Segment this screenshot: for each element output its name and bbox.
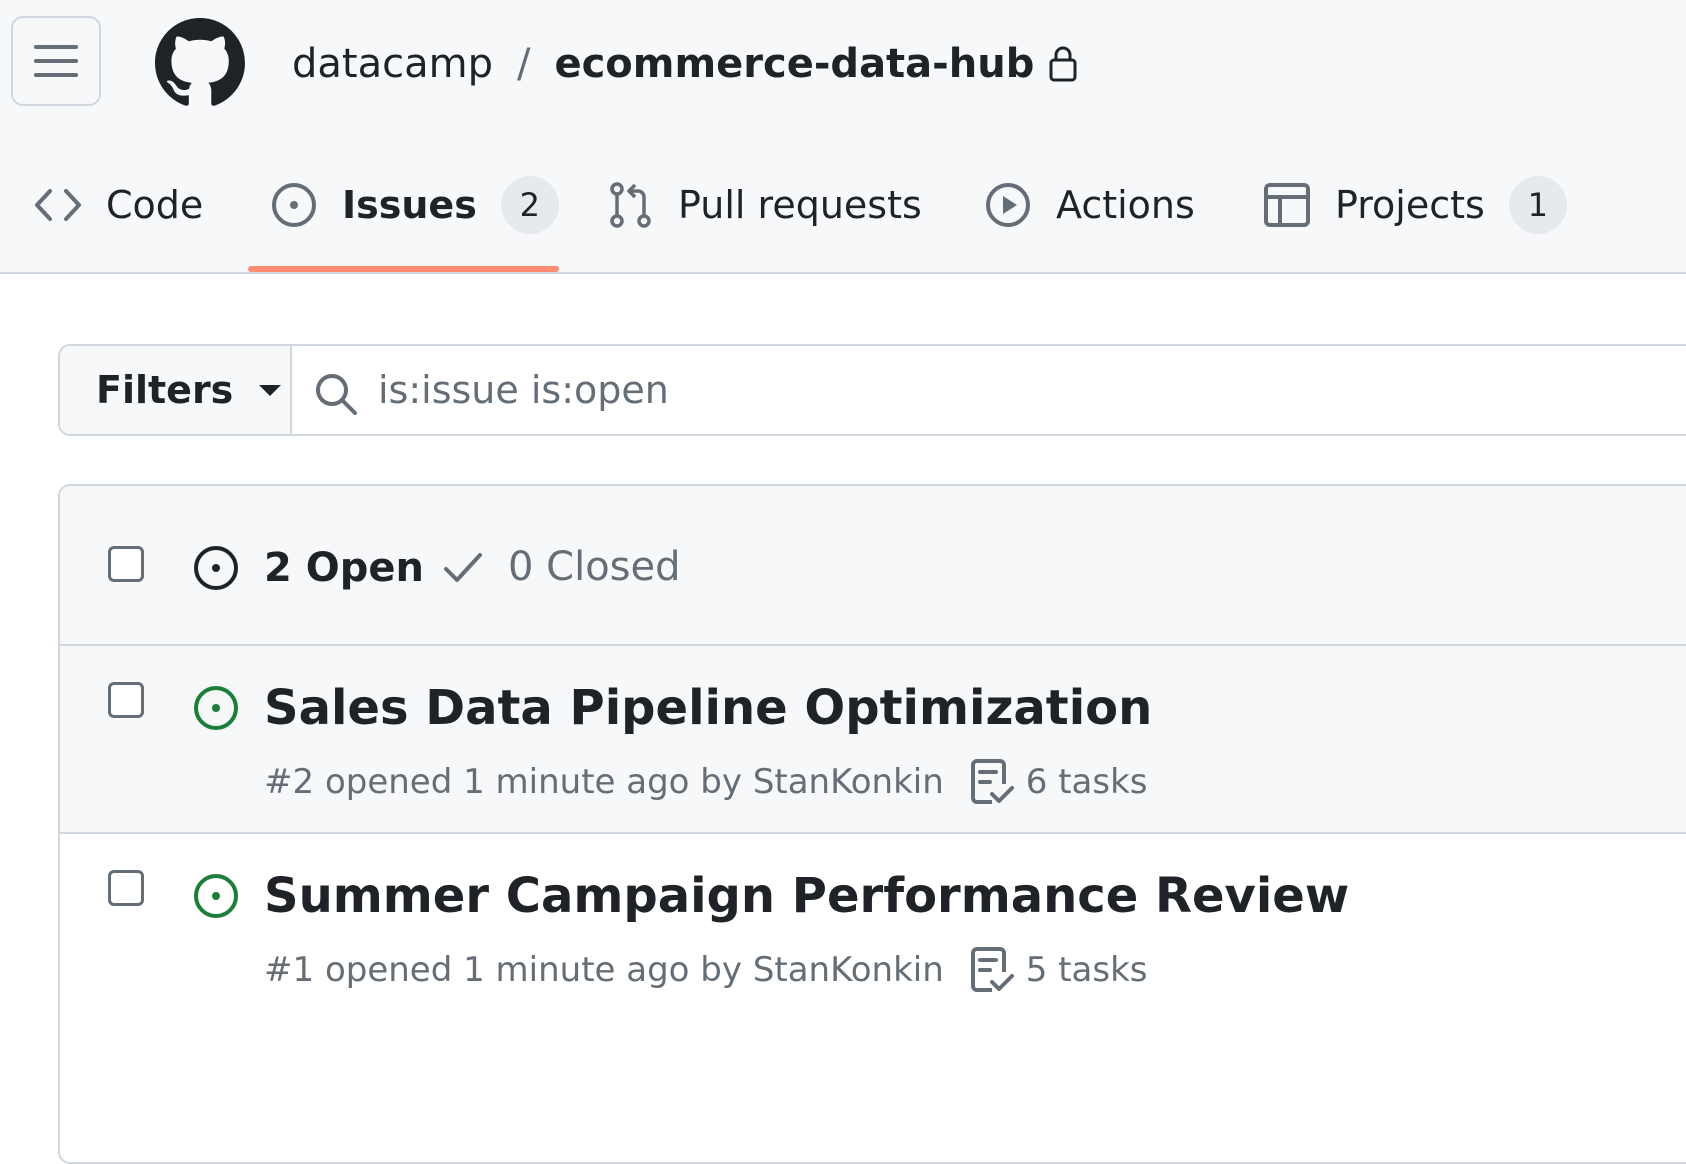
tab-projects[interactable]: Projects 1 [1263,150,1567,260]
filters-button[interactable]: Filters [60,346,292,434]
issue-number: #2 [264,762,315,802]
issue-author-link[interactable]: StanKonkin [753,950,944,990]
projects-count-badge: 1 [1508,176,1567,234]
issue-tasks[interactable]: 6 tasks [970,758,1148,806]
issue-row: Summer Campaign Performance Review #1 op… [60,834,1686,1134]
checklist-icon [970,758,1014,806]
issue-open-status-icon [192,872,240,924]
issues-search-input[interactable] [378,358,1678,422]
check-icon [442,549,484,585]
issue-checkbox[interactable] [108,682,144,718]
triangle-down-icon [259,383,282,397]
issue-number: #1 [264,950,315,990]
tab-pull-requests-label: Pull requests [678,183,922,227]
open-issues-filter[interactable]: 2 Open [192,544,424,592]
issue-row: Sales Data Pipeline Optimization #2 open… [60,646,1686,834]
issue-opened-icon [270,181,318,229]
issue-title-link[interactable]: Sales Data Pipeline Optimization [264,680,1152,736]
repo-header: datacamp / ecommerce-data-hub Code Issue… [0,0,1686,274]
owner-link[interactable]: datacamp [292,41,493,87]
search-icon [314,372,358,420]
checklist-icon [970,946,1014,994]
issue-meta: #2 opened 1 minute ago by StanKonkin 6 t… [264,758,1147,806]
issue-checkbox[interactable] [108,870,144,906]
tab-code-label: Code [106,183,204,227]
code-icon [34,185,82,225]
issue-opened-text: opened 1 minute ago by [324,950,742,990]
issue-meta: #1 opened 1 minute ago by StanKonkin 5 t… [264,946,1147,994]
issue-tasks-label: 5 tasks [1025,950,1148,990]
selected-tab-underline [248,266,559,272]
git-pull-request-icon [608,181,654,229]
open-count-label: 2 Open [264,545,424,591]
select-all-checkbox[interactable] [108,546,144,582]
issue-opened-text: opened 1 minute ago by [324,762,742,802]
issues-filter-bar: Filters [58,344,1686,436]
issue-tasks-label: 6 tasks [1025,762,1148,802]
issue-tasks[interactable]: 5 tasks [970,946,1148,994]
tab-pull-requests[interactable]: Pull requests [608,150,922,260]
lock-icon [1048,46,1078,82]
play-icon [984,181,1032,229]
tab-actions-label: Actions [1056,183,1195,227]
issues-list: 2 Open 0 Closed Sales Data Pipeline Opti… [58,484,1686,1164]
breadcrumb: datacamp / ecommerce-data-hub [292,36,1078,92]
tab-actions[interactable]: Actions [984,150,1195,260]
issue-open-status-icon [192,684,240,736]
hamburger-icon [34,45,78,77]
issues-list-header: 2 Open 0 Closed [60,486,1686,646]
issue-opened-icon [192,544,240,592]
issue-title-link[interactable]: Summer Campaign Performance Review [264,868,1349,924]
github-logo-icon[interactable] [155,18,245,108]
tab-code[interactable]: Code [34,150,203,260]
table-icon [1263,181,1311,229]
tab-projects-label: Projects [1335,183,1485,227]
repo-name-link[interactable]: ecommerce-data-hub [554,41,1034,87]
closed-count-label: 0 Closed [508,544,681,590]
issues-count-badge: 2 [500,176,559,234]
repo-nav-tabs: Code Issues 2 Pull requests Actions Proj… [0,150,1686,272]
tab-issues-label: Issues [342,183,477,227]
closed-issues-filter[interactable]: 0 Closed [442,544,681,590]
menu-button[interactable] [11,16,101,106]
breadcrumb-separator: / [516,41,531,87]
tab-issues[interactable]: Issues 2 [270,150,559,260]
filters-button-label: Filters [96,368,234,412]
issue-author-link[interactable]: StanKonkin [753,762,944,802]
